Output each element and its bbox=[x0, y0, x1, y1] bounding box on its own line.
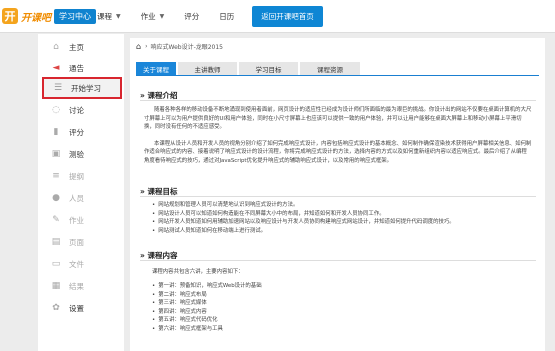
sidebar-item-home[interactable]: ⌂ 主页 bbox=[38, 36, 124, 58]
gear-icon: ✿ bbox=[52, 303, 60, 313]
tab-course-resources[interactable]: 课程资源 bbox=[300, 62, 360, 75]
section-course-goals: » 课程目标 网站规划和管理人员可以清楚地认识到响应式设计的方法。 网站设计人员… bbox=[140, 186, 536, 235]
breadcrumb: ⌂ › 响应式Web设计-龙眼2015 bbox=[136, 42, 223, 51]
course-tabs: 关于课程 主讲教师 学习目标 课程资源 bbox=[136, 62, 539, 76]
list-item: 网站规划和管理人员可以清楚地认识到响应式设计的方法。 bbox=[152, 201, 536, 210]
section-title: » 课程目标 bbox=[140, 186, 536, 197]
list-item: 第五讲：响应式代码优化 bbox=[152, 316, 536, 325]
nav-grades[interactable]: 评分 bbox=[184, 11, 199, 22]
quiz-icon: ▣ bbox=[51, 149, 61, 159]
breadcrumb-course[interactable]: 响应式Web设计-龙眼2015 bbox=[150, 42, 223, 51]
logo-badge: 学习中心 bbox=[54, 8, 96, 24]
sidebar-item-discussion[interactable]: ◌ 讨论 bbox=[38, 99, 124, 121]
list-item: 第一讲：预备知识，响应式Web设计的基础 bbox=[152, 282, 536, 291]
people-icon: ● bbox=[52, 193, 60, 203]
edit-icon: ✎ bbox=[52, 215, 60, 225]
sidebar-item-grades[interactable]: ▮ 评分 bbox=[38, 121, 124, 143]
back-home-button[interactable]: 返回开课吧首页 bbox=[252, 6, 323, 27]
nav-assignments[interactable]: 作业 ▼ bbox=[141, 11, 165, 22]
home-icon[interactable]: ⌂ bbox=[136, 42, 141, 51]
top-navbar: 开 开课吧 学习中心 课程 ▼ 作业 ▼ 评分 日历 返回开课吧首页 bbox=[0, 0, 555, 33]
megaphone-icon: ◄ bbox=[52, 63, 60, 73]
page-icon: ▤ bbox=[51, 237, 61, 247]
section-title: » 课程内容 bbox=[140, 250, 536, 261]
nav-calendar[interactable]: 日历 bbox=[219, 11, 234, 22]
list-item: 网站设计人员可以知道如何构造能在不同屏幕大小中的布局，并知道如何和开发人员协同工… bbox=[152, 210, 536, 219]
caret-down-icon: ▼ bbox=[159, 13, 165, 20]
list-item: 网站测试人员知道如何在移动端上进行测试。 bbox=[152, 227, 536, 236]
sidebar-item-people[interactable]: ● 人员 bbox=[38, 187, 124, 209]
breadcrumb-separator: › bbox=[145, 43, 148, 50]
folder-icon: ▭ bbox=[51, 259, 61, 269]
tab-about-course[interactable]: 关于课程 bbox=[136, 62, 176, 75]
section-course-content: » 课程内容 课程内容共包含六讲，主要内容如下： 第一讲：预备知识，响应式Web… bbox=[140, 250, 536, 334]
goals-list: 网站规划和管理人员可以清楚地认识到响应式设计的方法。 网站设计人员可以知道如何构… bbox=[140, 201, 536, 235]
list-item: 第三讲：响应式媒体 bbox=[152, 299, 536, 308]
sidebar: ⌂ 主页 ◄ 通告 ☰ 开始学习 ◌ 讨论 ▮ 评分 ▣ 测验 ≡ 提纲 ● 人… bbox=[38, 34, 124, 351]
list-icon: ☰ bbox=[53, 83, 63, 93]
list-item: 第六讲：响应式框架与工具 bbox=[152, 325, 536, 334]
sidebar-item-announcements[interactable]: ◄ 通告 bbox=[38, 57, 124, 79]
sidebar-item-start-learning[interactable]: ☰ 开始学习 bbox=[42, 77, 122, 99]
main-content: ⌂ › 响应式Web设计-龙眼2015 关于课程 主讲教师 学习目标 课程资源 … bbox=[130, 38, 545, 351]
tab-learning-goals[interactable]: 学习目标 bbox=[239, 62, 298, 75]
chat-icon: ◌ bbox=[52, 105, 60, 115]
main-nav: 课程 ▼ 作业 ▼ 评分 日历 返回开课吧首页 bbox=[97, 0, 323, 33]
sidebar-item-results[interactable]: ▦ 结果 bbox=[38, 275, 124, 297]
sidebar-item-pages[interactable]: ▤ 页面 bbox=[38, 231, 124, 253]
home-icon: ⌂ bbox=[53, 42, 59, 52]
sidebar-item-assignments[interactable]: ✎ 作业 bbox=[38, 209, 124, 231]
intro-paragraph: 随着各种各样的移动设备不断地涌现到使用者面前，网页设计的适应性已经成为设计师们所… bbox=[144, 107, 532, 131]
nav-courses[interactable]: 课程 ▼ bbox=[97, 11, 121, 22]
bar-chart-icon: ▮ bbox=[53, 127, 59, 137]
results-icon: ▦ bbox=[51, 281, 61, 291]
outline-icon: ≡ bbox=[52, 171, 60, 181]
sidebar-item-outline[interactable]: ≡ 提纲 bbox=[38, 165, 124, 187]
intro-paragraph: 本课程从设计人员和开发人员的视角分别介绍了如何完成响应式设计，内容包括响应式设计… bbox=[144, 140, 532, 164]
section-title: » 课程介绍 bbox=[140, 90, 536, 101]
tab-lecturer[interactable]: 主讲教师 bbox=[178, 62, 237, 75]
list-item: 网站开发人员知道如何用辅助加速网站以及响应设计与开发人员协同构建响应式网站设计，… bbox=[152, 218, 536, 227]
logo-mark-icon: 开 bbox=[2, 8, 18, 24]
sidebar-item-files[interactable]: ▭ 文件 bbox=[38, 253, 124, 275]
sidebar-item-settings[interactable]: ✿ 设置 bbox=[38, 297, 124, 319]
section-course-intro: » 课程介绍 随着各种各样的移动设备不断地涌现到使用者面前，网页设计的适应性已经… bbox=[140, 90, 536, 166]
content-intro: 课程内容共包含六讲，主要内容如下： bbox=[152, 269, 244, 275]
logo-text: 开课吧 bbox=[21, 12, 51, 24]
lectures-list: 第一讲：预备知识，响应式Web设计的基础 第二讲：响应式布局 第三讲：响应式媒体… bbox=[140, 282, 536, 334]
logo[interactable]: 开 开课吧 学习中心 bbox=[0, 6, 96, 26]
sidebar-item-quizzes[interactable]: ▣ 测验 bbox=[38, 143, 124, 165]
list-item: 第四讲：响应式内容 bbox=[152, 308, 536, 317]
caret-down-icon: ▼ bbox=[116, 13, 121, 20]
list-item: 第二讲：响应式布局 bbox=[152, 291, 536, 300]
